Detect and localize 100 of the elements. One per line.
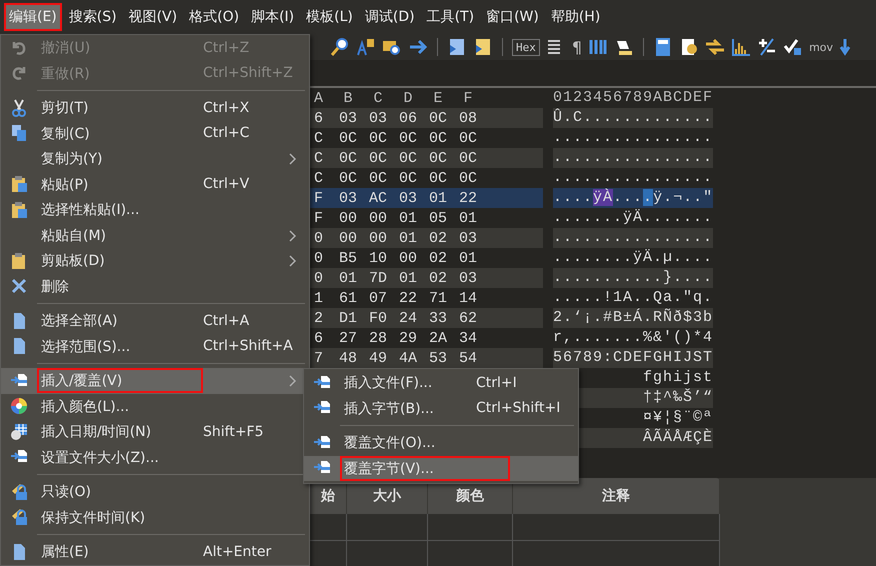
hex-byte: 27 [338,330,358,346]
menu-item[interactable]: 选择范围(S)... Ctrl+Shift+A [1,334,309,359]
ascii-text: ................ [553,168,713,188]
ascii-text: .....!1A..Qa."q. [553,288,713,308]
hex-byte: 0C [458,170,478,186]
hex-byte: C [312,150,324,166]
hex-byte: 0C [398,130,418,146]
ascii-text: 56789:CDEFGHIJST [553,348,713,368]
ascii-text: ................ [553,148,713,168]
arrow-right-icon[interactable] [408,37,428,57]
hex-byte: F [312,190,324,206]
hex-byte: F0 [368,310,388,326]
hex-byte: 48 [338,350,358,366]
hex-byte: 71 [428,290,448,306]
replace-icon[interactable] [356,37,376,57]
menu-bar-item[interactable]: 工具(T) [422,3,480,31]
menu-item[interactable]: 覆盖字节(V)... [304,456,578,481]
menu-item[interactable]: 选择全部(A) Ctrl+A [1,308,309,334]
check-icon[interactable] [783,37,804,57]
menu-item[interactable]: 选择性粘贴(I)... [1,197,309,222]
hex-byte: 0C [338,130,358,146]
column-header: E [432,90,444,106]
document-icon[interactable] [473,37,493,57]
hex-byte: 02 [428,230,448,246]
menu-item[interactable]: 只读(O) [1,479,309,504]
hex-byte: 03 [458,270,478,286]
hex-byte: 0C [338,170,358,186]
menu-bar-item[interactable]: 脚本(I) [246,3,300,31]
menu-bar-item[interactable]: 格式(O) [184,3,244,31]
menu-item[interactable]: 删除 [1,274,309,299]
ascii-text: ¤¥¦§¨©ª [642,408,713,428]
menu-item[interactable]: 复制(C) Ctrl+C [1,120,309,146]
hex-byte: 61 [338,290,358,306]
scissors-icon [10,98,28,117]
document-icon[interactable] [447,37,467,57]
hex-byte: 03 [458,230,478,246]
columns-icon[interactable] [588,37,608,57]
hex-byte: 6 [312,110,324,126]
hex-byte: 0C [428,150,448,166]
hex-byte: 03 [338,110,358,126]
hex-byte: 22 [458,190,478,206]
menu-bar-item[interactable]: 编辑(E) [4,3,62,31]
swap-arrows-icon[interactable] [705,37,726,57]
hex-byte: 14 [458,290,478,306]
menu-bar-item[interactable]: 搜索(S) [64,3,122,31]
menu-item[interactable]: 粘贴(P) Ctrl+V [1,172,309,197]
hex-byte: 34 [458,330,478,346]
column-header: B [342,90,354,106]
hex-byte: 06 [398,110,418,126]
hex-byte: 00 [338,210,358,226]
hex-byte: 0 [312,250,324,266]
hex-byte: 00 [338,230,358,246]
hex-byte: 0C [428,110,448,126]
column-header: A [312,90,324,106]
hex-byte: 0C [398,170,418,186]
ascii-text: 2.‘¡.#B±Á.RÑð$3b [553,308,713,328]
menu-item[interactable]: 粘贴自(M) [1,222,309,248]
ascii-text: ................ [553,228,713,248]
ascii-text: .......ÿÄ....... [553,208,713,228]
menu-bar-item[interactable]: 帮助(H) [546,3,606,31]
pilcrow-button[interactable]: ¶ [572,38,582,56]
hex-byte: 22 [398,290,418,306]
hex-byte: 05 [428,210,448,226]
menu-bar-item[interactable]: 窗口(W) [481,3,544,31]
hex-byte: 01 [398,270,418,286]
hex-byte: 0C [458,130,478,146]
calendar-icon [10,422,28,441]
hex-byte: 2 [312,310,324,326]
cross-icon [10,277,28,296]
column-header: C [372,90,384,106]
hex-byte: 24 [398,310,418,326]
hex-byte: 01 [338,270,358,286]
hex-byte: B5 [338,250,358,266]
hex-byte: 0C [398,150,418,166]
hex-byte: 7D [368,270,388,286]
lock-icon [10,508,28,526]
menu-item[interactable]: 复制为(Y) [1,146,309,172]
mov-button[interactable]: mov [809,40,834,54]
hex-byte: 7 [312,350,324,366]
hex-byte: F [312,210,324,226]
curved-arrow-icon [10,64,28,82]
menu-item[interactable]: 剪切(T) Ctrl+X [1,95,309,120]
menu-item[interactable]: 保持文件时间(K) [1,504,309,530]
menu-bar-item[interactable]: 视图(V) [124,3,182,31]
plus-minus-icon[interactable] [757,37,778,57]
menu-bar-item[interactable]: 模板(L) [301,3,358,31]
menu-bar-item[interactable]: 调试(D) [360,3,420,31]
column-header: F [462,90,474,106]
ascii-text: ........ÿÄ.µ.... [553,248,713,268]
menu-item[interactable]: 属性(E) Alt+Enter [1,539,309,564]
hex-byte: 10 [368,250,388,266]
histogram-icon[interactable] [731,37,752,57]
menu-item[interactable]: 剪贴板(D) [1,248,309,274]
search-icon[interactable] [330,37,350,57]
hex-byte: 03 [338,190,358,206]
hex-byte: 0C [368,130,388,146]
hex-byte: 07 [368,290,388,306]
document-icon[interactable] [679,37,700,57]
hex-toggle[interactable]: Hex [512,38,540,56]
hex-byte: 49 [368,350,388,366]
